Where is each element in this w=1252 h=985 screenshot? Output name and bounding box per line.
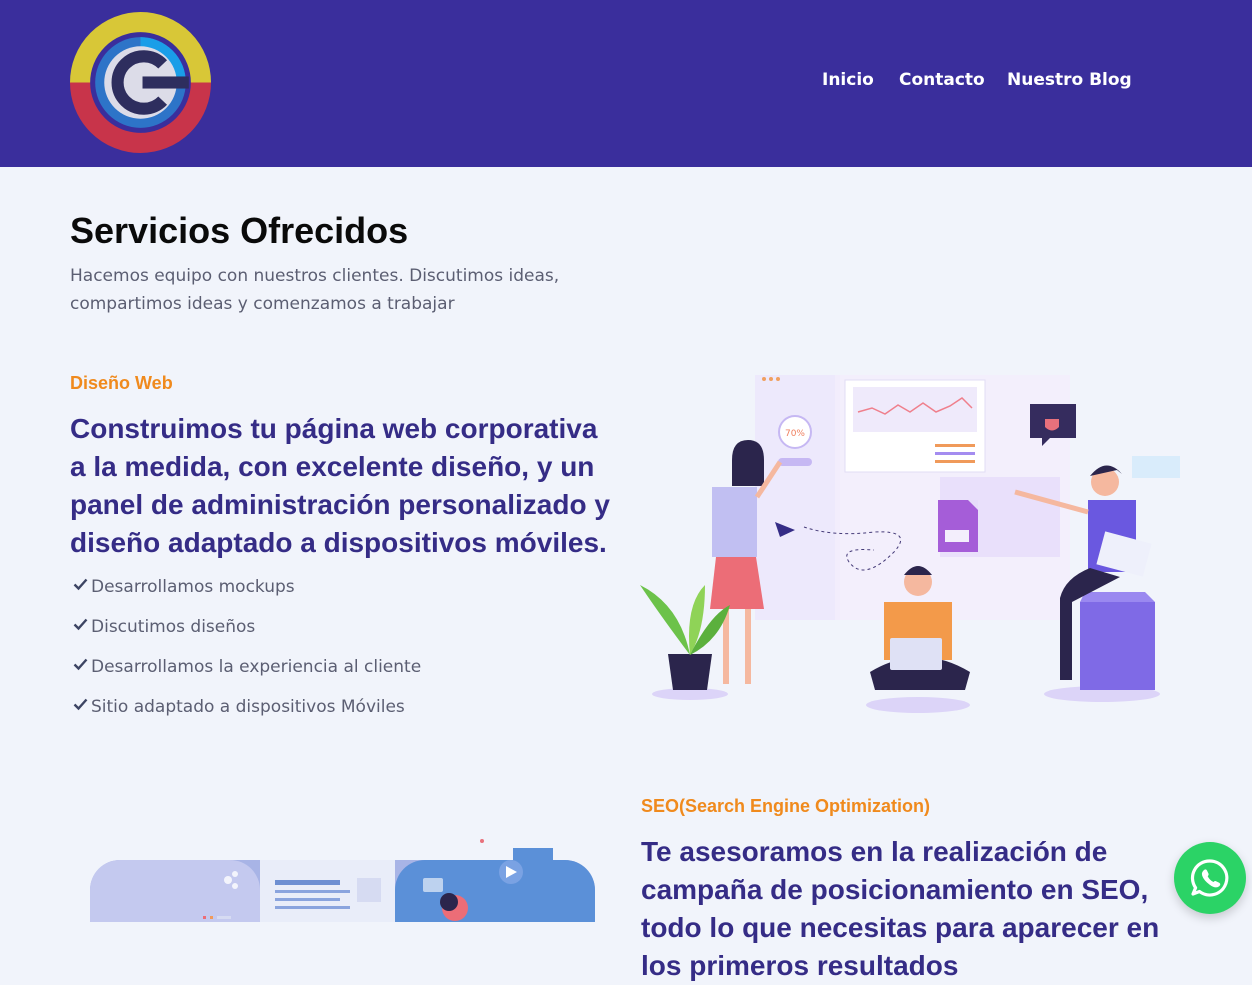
check-icon xyxy=(73,698,88,711)
whatsapp-icon xyxy=(1190,859,1229,897)
nav-link-contacto[interactable]: Contacto xyxy=(899,70,985,90)
check-icon xyxy=(73,578,88,591)
web-design-headline: Construimos tu página web corporativa a … xyxy=(70,413,610,558)
seo-illustration xyxy=(90,839,595,922)
seo-headline: Te asesoramos en la realización de campa… xyxy=(641,836,1160,981)
check-icon xyxy=(73,658,88,671)
feature-label: Desarrollamos la experiencia al cliente xyxy=(91,657,422,677)
services-title: Servicios Ofrecidos xyxy=(70,210,409,251)
whatsapp-button[interactable] xyxy=(1174,842,1246,914)
list-item: Sitio adaptado a dispositivos Móviles xyxy=(70,695,421,735)
web-design-kicker: Diseño Web xyxy=(70,373,173,393)
nav-link-inicio[interactable]: Inicio xyxy=(822,70,874,90)
progress-label: 70% xyxy=(785,429,805,439)
feature-label: Discutimos diseños xyxy=(91,617,256,637)
feature-list: Desarrollamos mockups Discutimos diseños… xyxy=(70,575,421,735)
services-subtitle: Hacemos equipo con nuestros clientes. Di… xyxy=(70,266,560,314)
nav-link-blog[interactable]: Nuestro Blog xyxy=(1007,70,1132,90)
seo-kicker: SEO(Search Engine Optimization) xyxy=(641,796,931,816)
list-item: Discutimos diseños xyxy=(70,615,421,655)
list-item: Desarrollamos la experiencia al cliente xyxy=(70,655,421,695)
list-item: Desarrollamos mockups xyxy=(70,575,421,615)
check-icon xyxy=(73,618,88,631)
feature-label: Sitio adaptado a dispositivos Móviles xyxy=(91,697,405,717)
site-header: Inicio Contacto Nuestro Blog xyxy=(0,0,1252,167)
feature-label: Desarrollamos mockups xyxy=(91,577,295,597)
web-design-illustration: 70% xyxy=(640,375,1180,713)
main-nav: Inicio Contacto Nuestro Blog xyxy=(0,70,1252,98)
